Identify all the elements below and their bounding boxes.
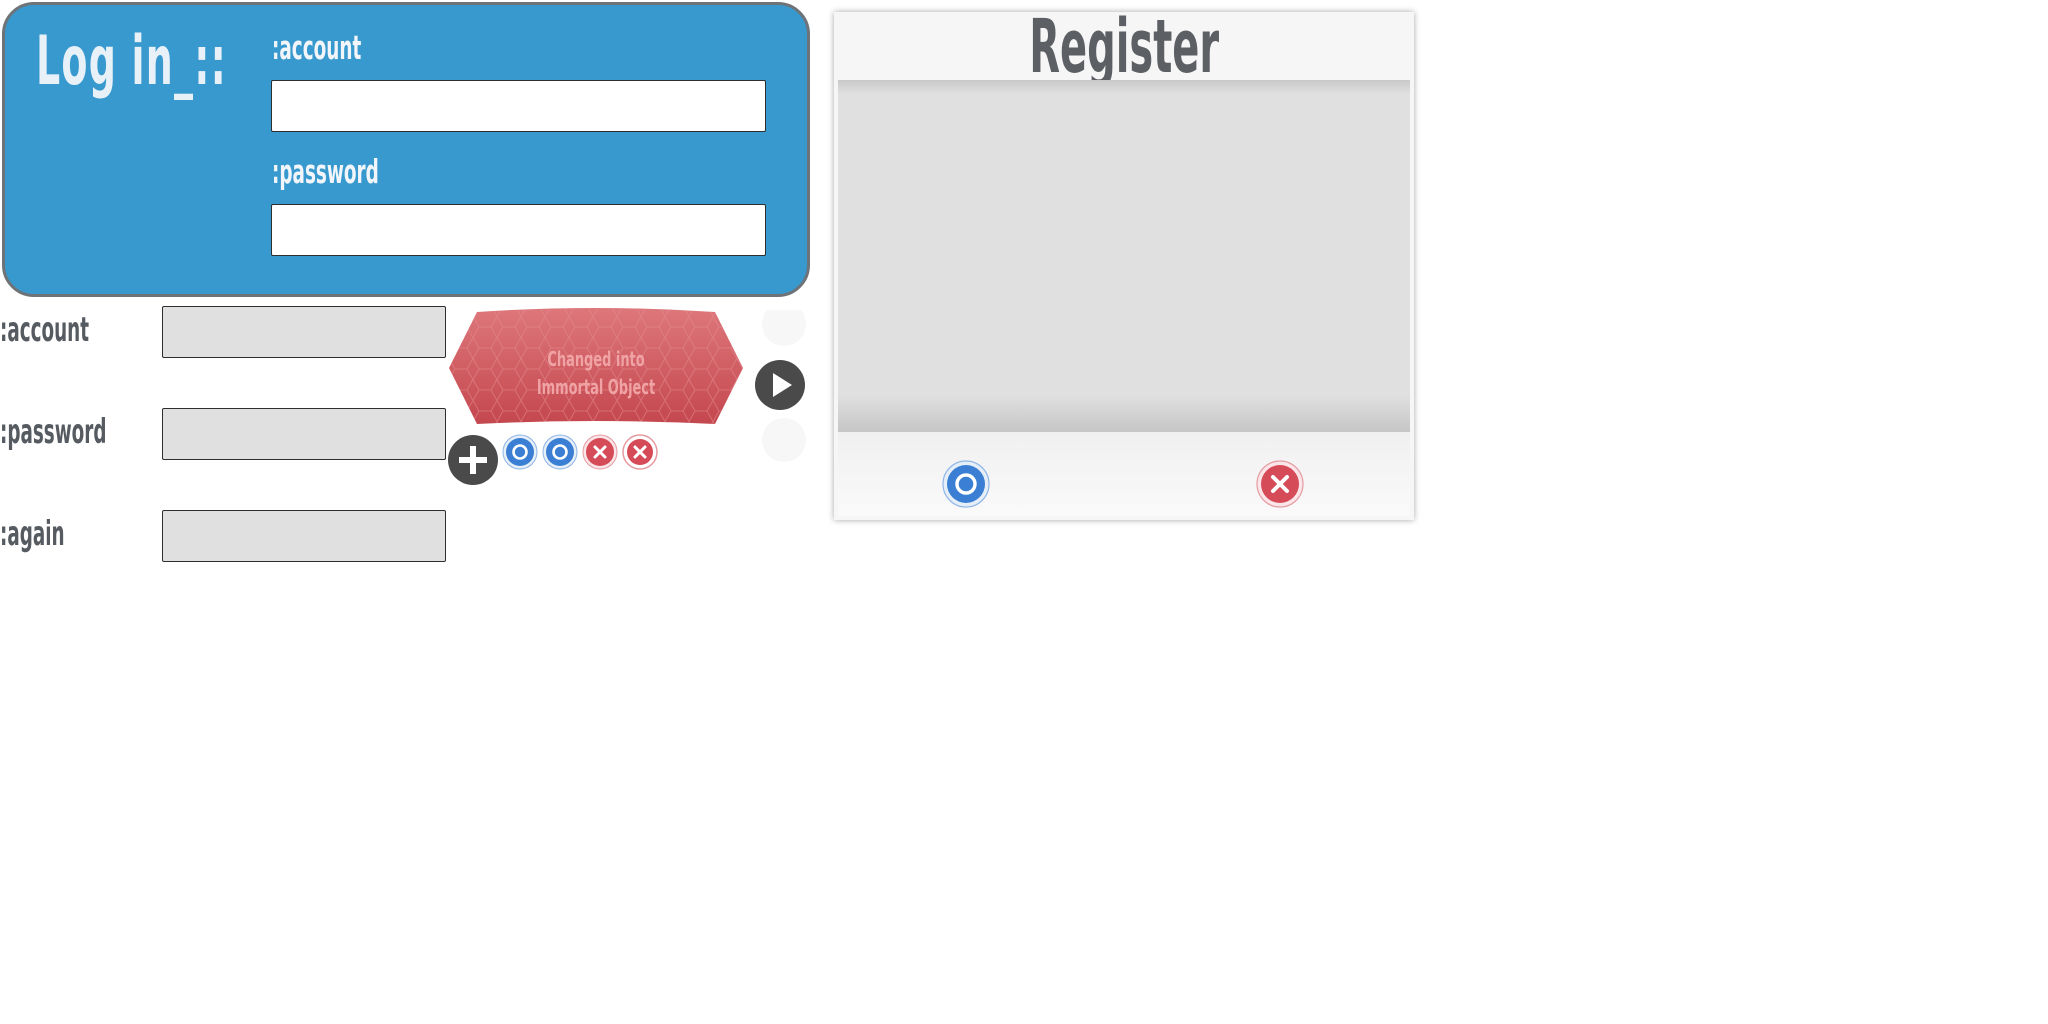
- confirm-button-small-1[interactable]: [502, 434, 538, 470]
- register-confirm-button[interactable]: [942, 460, 990, 508]
- add-button[interactable]: [447, 434, 499, 486]
- play-button[interactable]: [754, 359, 806, 411]
- register-title: Register: [834, 4, 1414, 90]
- login-password-label: :password: [272, 152, 379, 191]
- register-again-label: :again: [0, 514, 65, 554]
- register-account-label: :account: [0, 310, 90, 350]
- cancel-button-small-1[interactable]: [582, 434, 618, 470]
- login-account-label: :account: [272, 28, 362, 67]
- register-again-input[interactable]: [162, 510, 446, 562]
- register-cancel-button[interactable]: [1256, 460, 1304, 508]
- login-password-input[interactable]: [271, 204, 766, 256]
- banner-line-1: Changed into: [547, 347, 645, 371]
- confirm-button-small-2[interactable]: [542, 434, 578, 470]
- login-account-input[interactable]: [271, 80, 766, 132]
- cancel-button-small-2[interactable]: [622, 434, 658, 470]
- login-title: Log in_::: [36, 22, 228, 101]
- immortal-object-text: Changed into Immortal Object: [449, 345, 743, 401]
- register-password-input[interactable]: [162, 408, 446, 460]
- register-footer: [838, 432, 1410, 516]
- banner-line-2: Immortal Object: [536, 375, 656, 399]
- register-content-area: [838, 80, 1410, 432]
- register-password-label: :password: [0, 412, 107, 452]
- register-account-input[interactable]: [162, 306, 446, 358]
- register-title-text: Register: [1029, 4, 1219, 90]
